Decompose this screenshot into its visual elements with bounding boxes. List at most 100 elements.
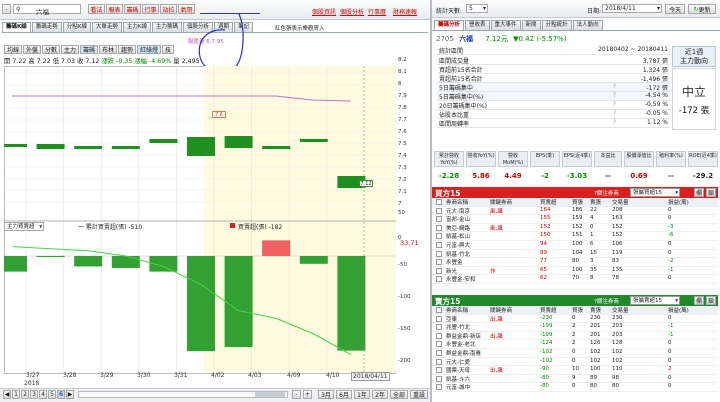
sell-columns-button[interactable]: 欄 — [694, 296, 704, 305]
link-calendar[interactable]: 行事曆 — [368, 7, 386, 16]
sell-filter-select[interactable]: 張屬賣超15 ▾ — [630, 296, 680, 305]
chart-btn-score[interactable]: 分數 — [42, 45, 60, 54]
tab-main-chips[interactable]: 主力籌碼 — [152, 22, 183, 32]
link-financial[interactable]: 財務速報 — [393, 7, 417, 16]
column-header[interactable]: 券商名稱 — [446, 306, 468, 314]
row-checkbox[interactable] — [436, 341, 442, 348]
tab-news[interactable]: 新聞 — [521, 20, 541, 30]
tab-institutional[interactable]: 法人動向 — [572, 20, 603, 30]
refresh-button[interactable]: ↻ 更新 — [688, 4, 716, 14]
chart-btn-chips[interactable]: 籌碼 — [80, 45, 98, 54]
row-checkbox[interactable] — [436, 224, 442, 231]
period-3m-button[interactable]: 3月 — [318, 390, 334, 399]
reset-button[interactable]: 重設 — [410, 390, 428, 399]
column-header[interactable]: 關鍵券商 — [490, 306, 512, 314]
chart-btn-light[interactable]: 紅綠燈 — [137, 45, 161, 54]
column-header[interactable]: 損益(萬) — [668, 306, 689, 314]
zoom-out-button[interactable]: - — [292, 390, 301, 399]
table-row[interactable]: 永豐金 77 80 3 83 -2 — [432, 258, 718, 267]
table-row[interactable]: 美亞-網路 風,飆 152 152 0 152 -3 — [432, 224, 718, 233]
chart-btn-main[interactable]: 主力 — [61, 45, 79, 54]
link-stock-analysis[interactable]: 個股分析 — [340, 7, 364, 16]
tab-chip-kline[interactable]: 籌碼K線 — [2, 22, 31, 32]
row-checkbox[interactable] — [436, 315, 442, 322]
scrollbar-thumb[interactable] — [255, 392, 285, 397]
chart-btn-bollinger[interactable]: 布林 — [99, 45, 117, 54]
table-row[interactable]: 元富-城中 -80 0 80 80 0 — [432, 383, 718, 392]
function-button-chips[interactable]: 籌碼 — [124, 4, 141, 14]
tab-chip-trend[interactable]: 籌碼走勢 — [31, 22, 62, 32]
zoom-in-button[interactable]: + — [303, 390, 312, 399]
table-row[interactable]: 富邦-金山 155 159 4 163 0 — [432, 215, 718, 224]
function-button-station[interactable]: 站拉 — [160, 4, 177, 14]
row-checkbox[interactable] — [436, 233, 442, 240]
page-button-3[interactable]: 3 — [30, 390, 38, 399]
row-checkbox[interactable] — [436, 276, 442, 283]
period-all-button[interactable]: 全部 — [390, 390, 408, 399]
page-prev-button[interactable]: ◀ — [3, 390, 11, 399]
table-row[interactable]: 元富-興大 94 100 6 106 0 — [432, 241, 718, 250]
table-row[interactable]: 國票-天母 出,飆 -90 10 100 110 2 — [432, 366, 718, 375]
column-header[interactable]: 損益(萬) — [668, 198, 689, 206]
tab-main-kline[interactable]: 主力K線 — [122, 22, 152, 32]
chart-btn-tech[interactable]: 技 — [162, 45, 174, 54]
tab-large-order[interactable]: 大單走勢 — [91, 22, 122, 32]
tab-branch-stats[interactable]: 分點統計 — [541, 20, 572, 30]
page-button-6[interactable]: 6 — [57, 390, 65, 399]
column-header[interactable]: 買張 — [572, 306, 583, 314]
table-row[interactable]: 永豐金-老北 -124 2 126 128 0 — [432, 340, 718, 349]
column-header[interactable]: 交易量 — [612, 306, 629, 314]
row-checkbox[interactable] — [436, 324, 442, 331]
page-button-1[interactable]: 1 — [12, 390, 20, 399]
tab-major-events[interactable]: 重大事件 — [490, 20, 521, 30]
select-all-checkbox[interactable] — [436, 307, 442, 313]
sell-lock-button[interactable]: 鎖 — [706, 296, 716, 305]
table-row[interactable]: 凱基-竹北 89 104 15 119 0 — [432, 250, 718, 259]
today-button[interactable]: 今天 — [665, 4, 685, 14]
table-row[interactable]: 凱基-松山 150 151 1 152 -6 — [432, 232, 718, 241]
page-next-button[interactable]: ▶ — [66, 390, 74, 399]
chart-btn-trend[interactable]: 趨勢 — [118, 45, 136, 54]
table-row[interactable]: 元大-仁愛 -102 0 102 102 0 — [432, 358, 718, 367]
chart-btn-ma[interactable]: 均線 — [4, 45, 22, 54]
stock-search-box[interactable]: ⚲ 六福 — [13, 4, 81, 16]
row-checkbox[interactable] — [436, 207, 442, 214]
horizontal-scrollbar[interactable] — [78, 391, 288, 398]
row-checkbox[interactable] — [436, 250, 442, 257]
page-button-5[interactable]: 5 — [48, 390, 56, 399]
column-header[interactable]: 關鍵券商 — [490, 198, 512, 206]
row-checkbox[interactable] — [436, 375, 442, 382]
date-input[interactable]: 2018/4/11 ▾ — [602, 4, 662, 13]
row-checkbox[interactable] — [436, 216, 442, 223]
link-stock-info[interactable]: 個股資訊 — [312, 7, 336, 16]
table-row[interactable]: 亞東 出,飆 -230 0 230 230 0 — [432, 315, 718, 324]
column-header[interactable]: 券商名稱 — [446, 198, 468, 206]
table-row[interactable]: 永豐金-安和 62 70 8 78 0 — [432, 275, 718, 284]
row-checkbox[interactable] — [436, 267, 442, 274]
buy-lock-button[interactable]: 鎖 — [706, 188, 716, 197]
page-button-2[interactable]: 2 — [21, 390, 29, 399]
column-header[interactable]: 買賣超 — [540, 306, 557, 314]
nav-minus-button[interactable]: - — [2, 4, 11, 14]
table-row[interactable]: 凱基-斗六 -80 9 89 98 0 — [432, 375, 718, 384]
function-button-events[interactable]: 行事 — [142, 4, 159, 14]
row-checkbox[interactable] — [436, 349, 442, 356]
function-button-mood[interactable]: 氣哥 — [178, 4, 195, 14]
page-button-4[interactable]: 4 — [39, 390, 47, 399]
chart-btn-outer[interactable]: 外盤 — [23, 45, 41, 54]
tab-branch-kline[interactable]: 分點K線 — [62, 22, 91, 32]
row-checkbox[interactable] — [436, 358, 442, 365]
row-checkbox[interactable] — [436, 367, 442, 374]
table-row[interactable]: 元大-南京 風,飆 164 186 22 208 0 — [432, 207, 718, 216]
row-checkbox[interactable] — [436, 332, 442, 339]
select-all-checkbox[interactable] — [436, 199, 442, 205]
function-button-view[interactable]: 看法 — [88, 4, 105, 14]
buy-filter-select[interactable]: 張屬買超15 ▾ — [630, 188, 680, 197]
column-header[interactable]: 交易量 — [612, 198, 629, 206]
column-header[interactable]: 賣張 — [590, 198, 601, 206]
period-1y-button[interactable]: 1年 — [354, 390, 370, 399]
period-2y-button[interactable]: 2年 — [372, 390, 388, 399]
column-header[interactable]: 買張 — [572, 198, 583, 206]
table-row[interactable]: 群益金鼎-南臺 -102 0 102 102 0 — [432, 349, 718, 358]
row-checkbox[interactable] — [436, 241, 442, 248]
